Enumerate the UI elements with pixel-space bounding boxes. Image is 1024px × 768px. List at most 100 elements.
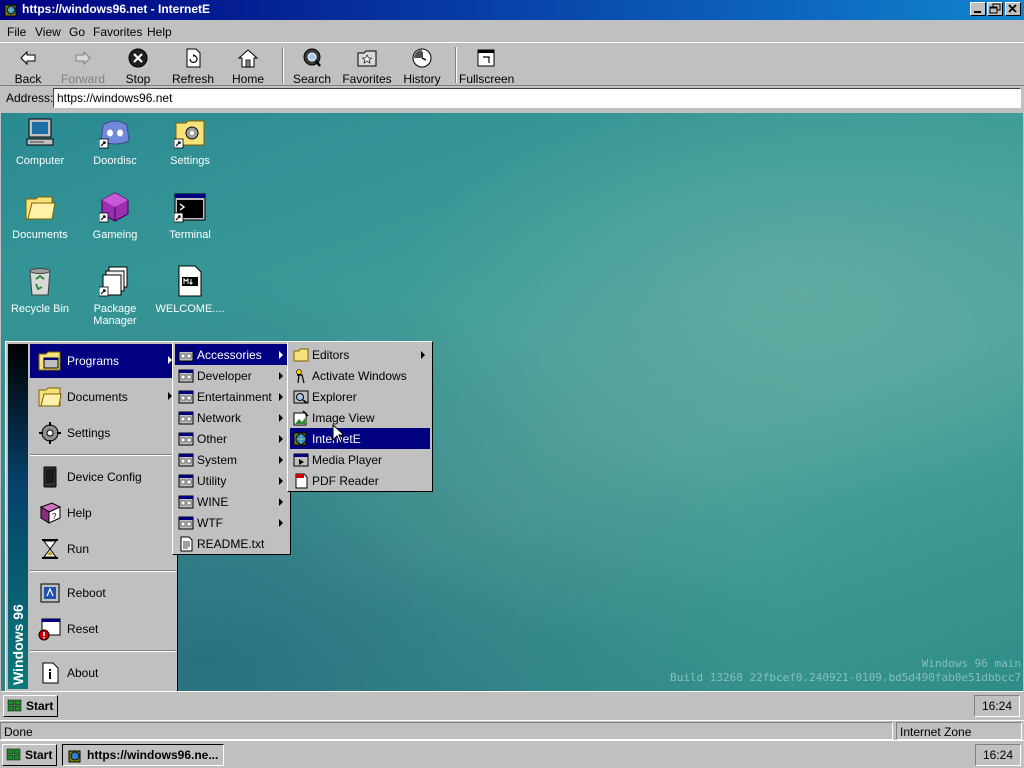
programs-menu-item[interactable]: Entertainment bbox=[175, 386, 288, 407]
desktop-icon-gameing[interactable]: Gameing bbox=[77, 191, 153, 261]
run-hourglass-icon bbox=[42, 539, 58, 559]
desktop-icon-welcome[interactable]: WELCOME.... bbox=[152, 265, 228, 335]
computer-icon bbox=[26, 118, 54, 146]
favorites-button[interactable]: Favorites bbox=[340, 45, 394, 86]
status-bar: Done Internet Zone bbox=[0, 720, 1024, 740]
menu-view[interactable]: View bbox=[35, 25, 61, 39]
program-group-icon bbox=[178, 453, 194, 467]
desktop-icon-label: Gameing bbox=[92, 229, 138, 241]
start-item-documents[interactable]: Documents bbox=[30, 380, 176, 414]
search-button[interactable]: Search bbox=[285, 45, 339, 86]
menu-favorites[interactable]: Favorites bbox=[93, 25, 142, 39]
submenu-arrow-icon bbox=[279, 435, 283, 443]
inner-clock[interactable]: 16:24 bbox=[974, 695, 1020, 717]
start-item-programs[interactable]: Programs bbox=[30, 344, 176, 378]
favorites-label: Favorites bbox=[342, 72, 392, 86]
settings-folder-icon bbox=[174, 120, 205, 149]
menu-go[interactable]: Go bbox=[69, 25, 85, 39]
back-button[interactable]: Back bbox=[1, 45, 55, 86]
programs-menu-item[interactable]: WTF bbox=[175, 512, 288, 533]
accessories-menu-item-label: PDF Reader bbox=[312, 474, 379, 488]
desktop-icon-label: Doordisc bbox=[93, 155, 137, 167]
accessories-menu-item[interactable]: Activate Windows bbox=[290, 365, 430, 386]
start-item-device-config[interactable]: Device Config bbox=[30, 460, 176, 494]
forward-button[interactable]: Forward bbox=[56, 45, 110, 86]
programs-menu-item[interactable]: README.txt bbox=[175, 533, 288, 554]
start-item-reset[interactable]: Reset bbox=[30, 612, 176, 646]
internete-app-icon bbox=[4, 4, 17, 17]
accessories-menu-item[interactable]: InternetE bbox=[290, 428, 430, 449]
desktop-icon-doordisc[interactable]: Doordisc bbox=[77, 117, 153, 187]
programs-menu-item-label: WTF bbox=[197, 516, 223, 530]
menu-file[interactable]: File bbox=[7, 25, 26, 39]
desktop-icon-settings[interactable]: Settings bbox=[152, 117, 228, 187]
programs-menu-item[interactable]: WINE bbox=[175, 491, 288, 512]
start-item-help[interactable]: ? Help bbox=[30, 496, 176, 530]
desktop-icon-documents[interactable]: Documents bbox=[2, 191, 78, 261]
forward-label: Forward bbox=[60, 72, 105, 86]
toolbar-separator bbox=[282, 47, 284, 83]
program-group-icon bbox=[178, 432, 194, 446]
inner-start-button[interactable]: Start bbox=[3, 695, 58, 717]
desktop-icon-recycle-bin[interactable]: Recycle Bin bbox=[2, 265, 78, 335]
accessories-menu-item[interactable]: Media Player bbox=[290, 449, 430, 470]
programs-menu-item[interactable]: Network bbox=[175, 407, 288, 428]
outer-start-label: Start bbox=[25, 748, 53, 762]
close-icon bbox=[1008, 4, 1017, 13]
submenu-arrow-icon bbox=[279, 519, 283, 527]
window-title-bar[interactable]: https://windows96.net - InternetE bbox=[0, 0, 1024, 20]
program-group-icon bbox=[178, 411, 194, 425]
programs-menu-item[interactable]: Utility bbox=[175, 470, 288, 491]
start-item-run[interactable]: Run bbox=[30, 532, 176, 566]
desktop-icon-label: Settings bbox=[170, 155, 210, 167]
windows-logo-icon bbox=[7, 699, 22, 712]
accessories-menu-item[interactable]: Explorer bbox=[290, 386, 430, 407]
programs-menu-item[interactable]: Developer bbox=[175, 365, 288, 386]
stop-button[interactable]: Stop bbox=[111, 45, 165, 86]
refresh-button[interactable]: Refresh bbox=[166, 45, 220, 86]
submenu-arrow-icon bbox=[279, 477, 283, 485]
documents-folder-icon bbox=[25, 196, 56, 220]
back-arrow-icon bbox=[20, 50, 36, 66]
start-item-reboot[interactable]: Reboot bbox=[30, 576, 176, 610]
history-button[interactable]: History bbox=[395, 45, 449, 86]
accessories-menu-item-label: Editors bbox=[312, 348, 350, 362]
favorites-icon bbox=[357, 50, 377, 67]
web-viewport[interactable]: Computer Doordisc Settings Documents Gam… bbox=[1, 113, 1023, 719]
desktop-icon-computer[interactable]: Computer bbox=[2, 117, 78, 187]
accessories-menu-item[interactable]: Editors bbox=[290, 344, 430, 365]
outer-start-button[interactable]: Start bbox=[2, 744, 57, 766]
internete-app-icon bbox=[68, 750, 81, 763]
restore-button[interactable] bbox=[987, 2, 1003, 16]
minimize-icon bbox=[974, 11, 981, 13]
markdown-file-icon bbox=[178, 265, 202, 297]
programs-menu-item[interactable]: Other bbox=[175, 428, 288, 449]
fullscreen-label: Fullscreen bbox=[459, 72, 515, 86]
home-button[interactable]: Home bbox=[221, 45, 275, 86]
menu-help[interactable]: Help bbox=[147, 25, 172, 39]
outer-clock[interactable]: 16:24 bbox=[975, 744, 1021, 766]
stop-icon bbox=[128, 48, 148, 68]
close-button[interactable] bbox=[1005, 2, 1021, 16]
refresh-icon bbox=[186, 48, 201, 68]
desktop-icon-package-manager[interactable]: Package Manager bbox=[77, 265, 153, 335]
start-item-settings[interactable]: Settings bbox=[30, 416, 176, 450]
search-icon bbox=[303, 48, 321, 67]
desktop-icon-terminal[interactable]: Terminal bbox=[152, 191, 228, 261]
fullscreen-button[interactable]: Fullscreen bbox=[459, 45, 515, 86]
text-file-icon bbox=[180, 536, 193, 552]
accessories-menu-item[interactable]: Image View bbox=[290, 407, 430, 428]
start-menu-separator bbox=[30, 570, 176, 572]
address-input[interactable]: https://windows96.net bbox=[53, 88, 1021, 108]
start-item-about[interactable]: About bbox=[30, 656, 176, 690]
desktop-icon-label: Package Manager bbox=[93, 303, 137, 327]
minimize-button[interactable] bbox=[970, 2, 986, 16]
programs-menu-item-label: WINE bbox=[197, 495, 229, 509]
programs-menu-item[interactable]: System bbox=[175, 449, 288, 470]
start-menu-separator bbox=[30, 650, 176, 652]
start-menu-banner-text: Windows 96 bbox=[10, 604, 26, 685]
taskbar-button-internete[interactable]: https://windows96.ne... bbox=[62, 744, 224, 766]
accessories-menu-item[interactable]: PDF Reader bbox=[290, 470, 430, 491]
programs-menu-item[interactable]: Accessories bbox=[175, 344, 288, 365]
start-item-label: Programs bbox=[67, 354, 120, 368]
